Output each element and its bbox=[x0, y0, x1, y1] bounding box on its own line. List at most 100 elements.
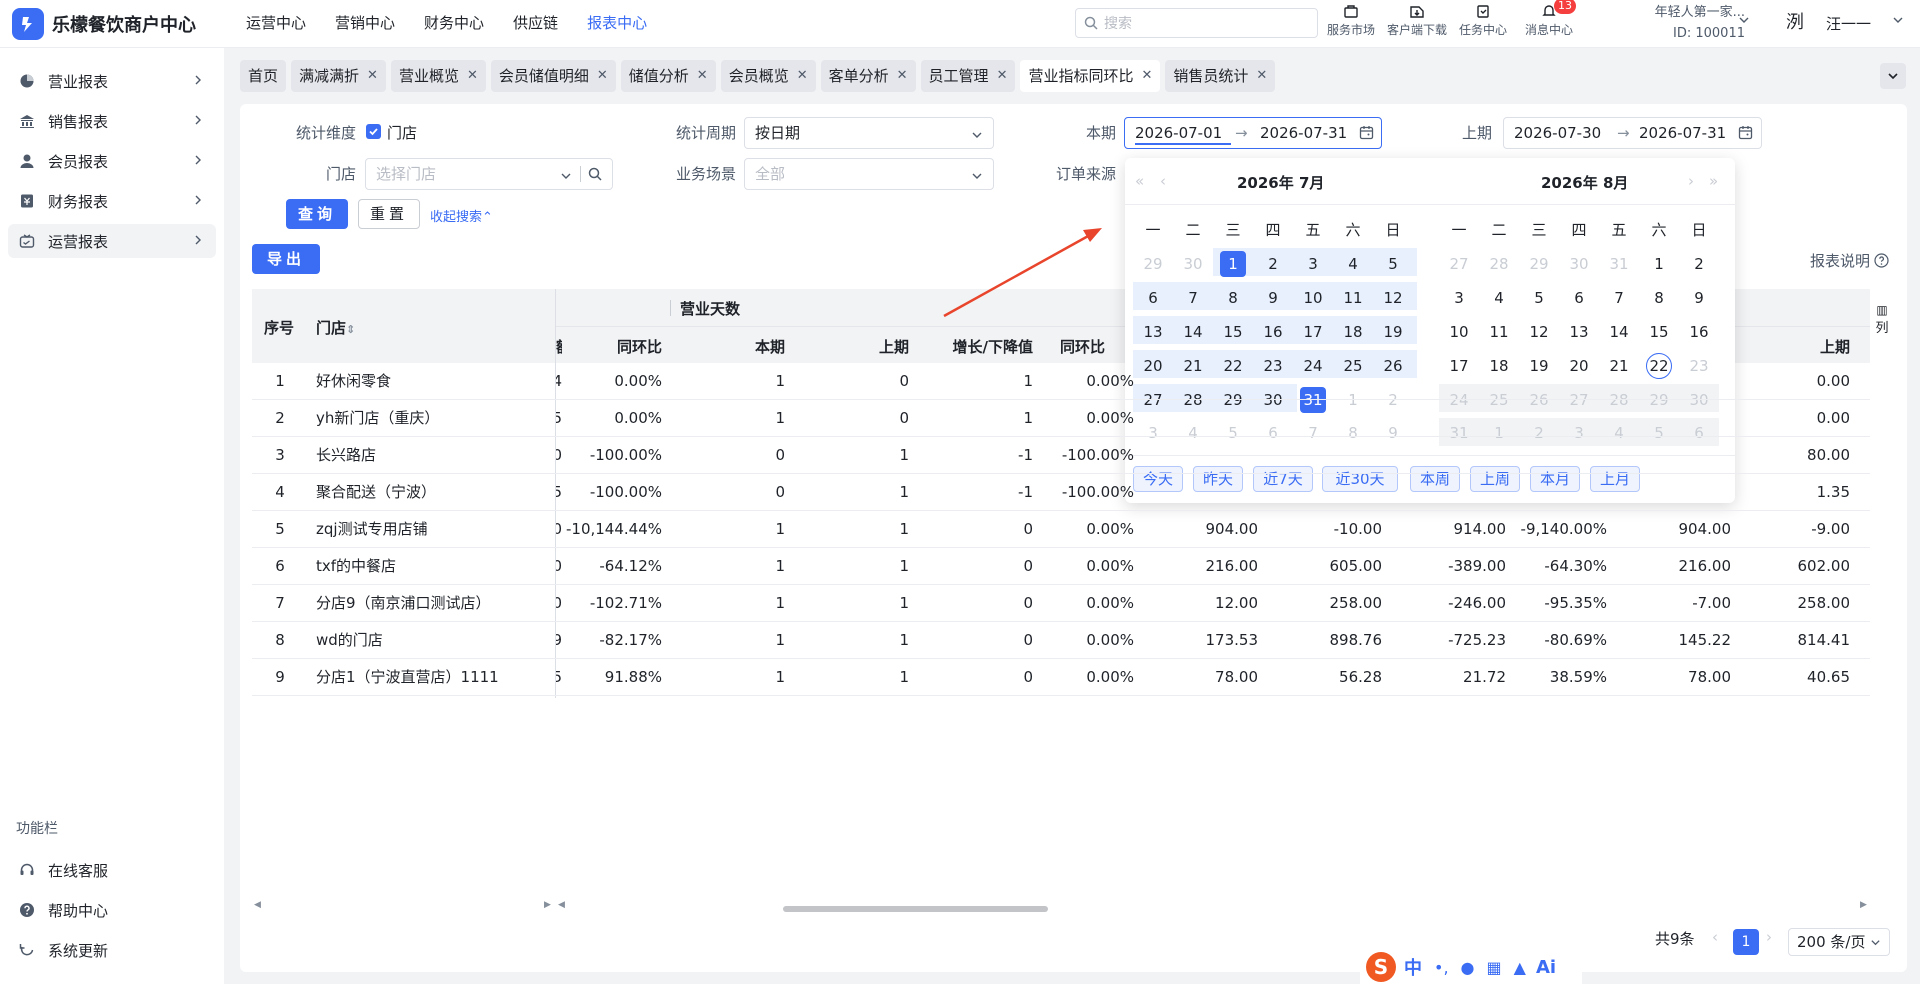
ime-lang-toggle[interactable]: 中 bbox=[1404, 954, 1422, 980]
task-center-button[interactable]: 任务中心 bbox=[1450, 0, 1516, 48]
calendar-day[interactable]: 13 bbox=[1559, 315, 1599, 349]
sidebar-item-members[interactable]: 会员报表 bbox=[8, 144, 216, 178]
message-center-button[interactable]: 消息中心 13 bbox=[1516, 0, 1582, 48]
tab-member-deposit-detail[interactable]: 会员储值明细 ✕ bbox=[490, 60, 616, 92]
next-month-icon[interactable]: › bbox=[1688, 172, 1694, 190]
calendar-day[interactable]: 11 bbox=[1333, 281, 1373, 315]
collapse-search-link[interactable]: 收起搜索⌃ bbox=[430, 206, 493, 225]
calendar-day[interactable]: 14 bbox=[1173, 315, 1213, 349]
horizontal-scrollbar[interactable]: ◀ ▶ ◀ ▶ bbox=[252, 900, 1870, 914]
export-button[interactable]: 导出 bbox=[252, 244, 320, 274]
calendar-day[interactable]: 30 bbox=[1559, 247, 1599, 281]
calendar-day[interactable]: 9 bbox=[1253, 281, 1293, 315]
topnav-item-supply[interactable]: 供应链 bbox=[513, 0, 558, 48]
next-year-icon[interactable]: » bbox=[1709, 172, 1718, 190]
calendar-day[interactable]: 28 bbox=[1479, 247, 1519, 281]
reset-button[interactable]: 重置 bbox=[358, 199, 420, 229]
store-checkbox[interactable] bbox=[366, 124, 381, 139]
report-help-link[interactable]: 报表说明 bbox=[1810, 250, 1889, 271]
search-input[interactable]: 搜索 bbox=[1075, 8, 1318, 38]
calendar-day[interactable]: 4 bbox=[1479, 281, 1519, 315]
tab-home[interactable]: 首页 bbox=[240, 60, 287, 92]
calendar-day[interactable]: 8 bbox=[1639, 281, 1679, 315]
previous-end-date[interactable]: 2026-07-31 bbox=[1639, 118, 1726, 148]
help-center-item[interactable]: 帮助中心 bbox=[8, 893, 216, 927]
calendar-day[interactable]: 30 bbox=[1173, 247, 1213, 281]
current-end-date[interactable]: 2026-07-31 bbox=[1260, 118, 1347, 148]
calendar-day[interactable]: 27 bbox=[1439, 247, 1479, 281]
pager-next-icon[interactable]: › bbox=[1766, 928, 1772, 946]
tab-discount[interactable]: 满减满折 ✕ bbox=[291, 60, 386, 92]
logo[interactable]: 乐檬餐饮商户中心 bbox=[12, 8, 196, 40]
calendar-day[interactable]: 18 bbox=[1333, 315, 1373, 349]
calendar-day[interactable]: 3 bbox=[1439, 281, 1479, 315]
prev-month-icon[interactable]: ‹ bbox=[1160, 172, 1166, 190]
prev-year-icon[interactable]: « bbox=[1135, 172, 1144, 190]
sidebar-item-operations[interactable]: 运营报表 bbox=[8, 224, 216, 258]
calendar-day[interactable]: 7 bbox=[1599, 281, 1639, 315]
user-name[interactable]: 汪一一 bbox=[1826, 13, 1871, 34]
calendar-day[interactable]: 6 bbox=[1559, 281, 1599, 315]
calendar-day[interactable]: 31 bbox=[1599, 247, 1639, 281]
scrollbar-thumb[interactable] bbox=[783, 906, 1048, 912]
topnav-item-marketing[interactable]: 营销中心 bbox=[335, 0, 395, 48]
calendar-day[interactable]: 7 bbox=[1173, 281, 1213, 315]
close-icon[interactable]: ✕ bbox=[1141, 60, 1152, 92]
service-market-button[interactable]: 服务市场 bbox=[1318, 0, 1384, 48]
tab-member-overview[interactable]: 会员概览 ✕ bbox=[720, 60, 816, 92]
calendar-day[interactable]: 11 bbox=[1479, 315, 1519, 349]
calendar-day[interactable]: 1 bbox=[1213, 247, 1253, 281]
query-button[interactable]: 查询 bbox=[286, 199, 348, 229]
store-checkbox-label[interactable]: 门店 bbox=[387, 122, 417, 143]
calendar-day[interactable]: 16 bbox=[1253, 315, 1293, 349]
avatar[interactable]: 洌 bbox=[1786, 12, 1808, 34]
tab-salesperson[interactable]: 销售员统计 ✕ bbox=[1165, 60, 1276, 92]
topnav-item-finance[interactable]: 财务中心 bbox=[424, 0, 484, 48]
close-icon[interactable]: ✕ bbox=[697, 60, 708, 92]
previous-start-date[interactable]: 2026-07-30 bbox=[1514, 118, 1601, 148]
calendar-day[interactable]: 19 bbox=[1373, 315, 1413, 349]
calendar-day[interactable]: 2 bbox=[1253, 247, 1293, 281]
calendar-day[interactable]: 13 bbox=[1133, 315, 1173, 349]
scroll-left-icon[interactable]: ◀ bbox=[558, 900, 565, 910]
scroll-left-icon[interactable]: ◀ bbox=[254, 900, 261, 910]
calendar-day[interactable]: 29 bbox=[1133, 247, 1173, 281]
calendar-day[interactable]: 29 bbox=[1519, 247, 1559, 281]
sidebar-item-sales[interactable]: 销售报表 bbox=[8, 104, 216, 138]
calendar-day[interactable]: 12 bbox=[1519, 315, 1559, 349]
account-switcher[interactable]: 年轻人第一家... ID: 100011 bbox=[1615, 2, 1745, 44]
pager-current-page[interactable]: 1 bbox=[1733, 929, 1759, 955]
skin-icon[interactable]: ▲ bbox=[1514, 958, 1526, 977]
close-icon[interactable]: ✕ bbox=[997, 60, 1008, 92]
calendar-day[interactable]: 4 bbox=[1333, 247, 1373, 281]
calendar-day[interactable]: 2 bbox=[1679, 247, 1719, 281]
column-settings-button[interactable]: ▥ 列 bbox=[1872, 303, 1892, 336]
topnav-item-reports[interactable]: 报表中心 bbox=[587, 0, 647, 48]
close-icon[interactable]: ✕ bbox=[467, 60, 478, 92]
tab-staff[interactable]: 员工管理 ✕ bbox=[920, 60, 1016, 92]
calendar-day[interactable]: 10 bbox=[1439, 315, 1479, 349]
mic-icon[interactable]: ● bbox=[1461, 958, 1475, 977]
keyboard-icon[interactable]: ▦ bbox=[1487, 958, 1502, 977]
page-size-select[interactable]: 200 条/页 bbox=[1788, 928, 1890, 956]
calendar-day[interactable]: 17 bbox=[1293, 315, 1333, 349]
calendar-day[interactable]: 10 bbox=[1293, 281, 1333, 315]
calendar-day[interactable]: 14 bbox=[1599, 315, 1639, 349]
calendar-day[interactable]: 15 bbox=[1639, 315, 1679, 349]
ai-icon[interactable]: Ai bbox=[1536, 957, 1556, 978]
calendar-day[interactable]: 8 bbox=[1213, 281, 1253, 315]
calendar-day[interactable]: 1 bbox=[1639, 247, 1679, 281]
close-icon[interactable]: ✕ bbox=[597, 60, 608, 92]
tab-deposit-analysis[interactable]: 储值分析 ✕ bbox=[620, 60, 716, 92]
col-store-header[interactable]: 门店⇕ bbox=[316, 317, 355, 338]
scroll-right-icon[interactable]: ▶ bbox=[1860, 900, 1867, 910]
tabs-menu-button[interactable] bbox=[1880, 63, 1906, 89]
calendar-day[interactable]: 15 bbox=[1213, 315, 1253, 349]
scene-select[interactable]: 全部 bbox=[744, 158, 994, 190]
current-range-picker[interactable]: 2026-07-01 → 2026-07-31 bbox=[1124, 117, 1382, 149]
previous-range-picker[interactable]: 2026-07-30 → 2026-07-31 bbox=[1503, 117, 1762, 149]
calendar-day[interactable]: 5 bbox=[1519, 281, 1559, 315]
tab-business-overview[interactable]: 营业概览 ✕ bbox=[390, 60, 486, 92]
chevron-down-icon[interactable] bbox=[1892, 14, 1904, 26]
punctuation-icon[interactable]: •, bbox=[1434, 958, 1449, 977]
